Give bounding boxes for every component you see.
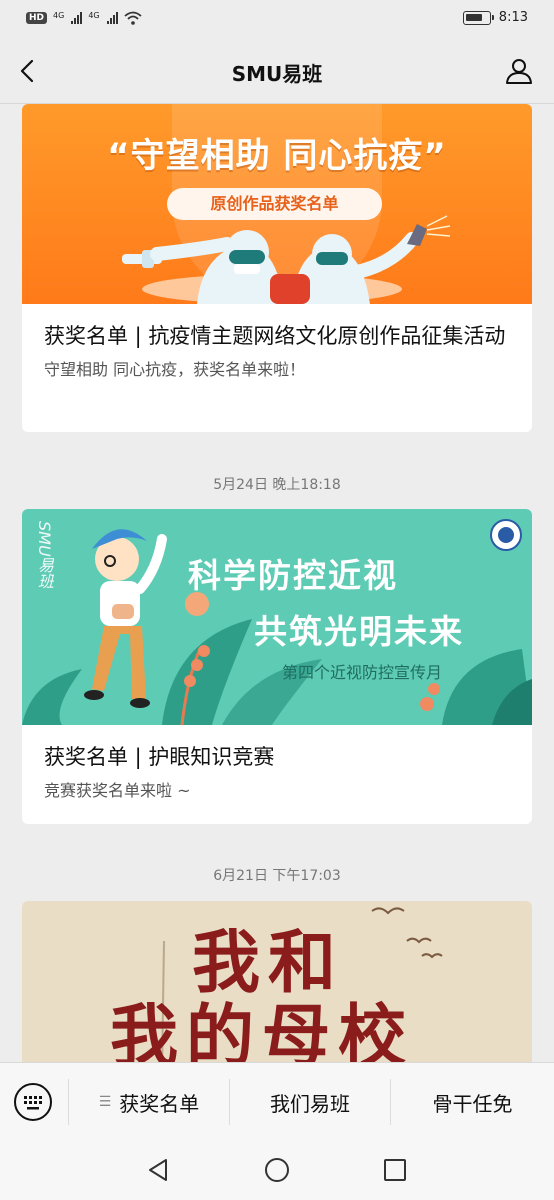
menu-item-appointments[interactable]: 骨干任免 — [391, 1079, 554, 1125]
submenu-icon: ☰ — [98, 1094, 112, 1110]
article-card[interactable]: “守望相助 同心抗疫” 原创作品获奖名单 获奖名单 | 抗疫情主题网络文化原创作… — [22, 104, 532, 432]
menu-item-label: 获奖名单 — [119, 1091, 200, 1116]
menu-item-label: 我们易班 — [270, 1091, 350, 1116]
article-banner[interactable]: SMU易班 科学防控近视 共筑光明未来 第四个近视防控宣传月 — [22, 509, 532, 725]
wifi-icon — [124, 11, 142, 25]
nav-bar: SMU易班 — [0, 38, 554, 104]
banner-subtitle: 第四个近视防控宣传月 — [282, 663, 443, 682]
status-right: 8:13 — [462, 10, 528, 25]
user-profile-icon[interactable] — [504, 56, 534, 86]
signal-label: 4G — [88, 11, 100, 20]
signal-icon — [71, 12, 83, 24]
signal-icon — [106, 12, 118, 24]
nav-recents-square-icon[interactable] — [381, 1156, 409, 1184]
banner-line-2: 共筑光明未来 — [254, 612, 464, 651]
date-label: 6月21日 下午17:03 — [213, 868, 341, 884]
status-bar: HD 4G 4G 8:13 — [0, 0, 554, 38]
nav-home-circle-icon[interactable] — [263, 1156, 291, 1184]
bottom-menu: ☰ 获奖名单 我们易班 骨干任免 — [0, 1062, 554, 1140]
article-desc: 竞赛获奖名单来啦 ~ — [44, 781, 191, 800]
article-banner[interactable]: 我和 我的母校 — [22, 901, 532, 1071]
menu-item-label: 骨干任免 — [432, 1091, 513, 1116]
banner-brand: SMU易班 — [35, 521, 54, 589]
menu-item-awards[interactable]: ☰ 获奖名单 — [69, 1079, 229, 1125]
status-left: HD 4G 4G — [26, 11, 142, 25]
article-title[interactable]: 获奖名单 | 抗疫情主题网络文化原创作品征集活动 — [22, 304, 532, 352]
hd-badge: HD — [26, 12, 48, 24]
article-card[interactable]: SMU易班 科学防控近视 共筑光明未来 第四个近视防控宣传月 获奖名单 | 护眼… — [22, 509, 532, 824]
article-card[interactable]: 我和 我的母校 — [22, 901, 532, 1071]
system-nav-bar — [0, 1140, 554, 1200]
banner-line-1: 科学防控近视 — [188, 556, 398, 595]
nav-back-triangle-icon[interactable] — [144, 1156, 172, 1184]
banner-line-2: 我的母校 — [110, 997, 415, 1071]
page-title: SMU易班 — [231, 62, 323, 86]
medical-workers-illustration — [122, 215, 451, 304]
battery-icon — [462, 10, 494, 25]
school-logo-icon — [490, 519, 522, 551]
article-title[interactable]: 获奖名单 | 护眼知识竞赛 — [22, 725, 532, 773]
article-banner[interactable]: “守望相助 同心抗疫” 原创作品获奖名单 — [22, 104, 532, 304]
date-label: 5月24日 晚上18:18 — [213, 477, 341, 493]
clock: 8:13 — [498, 10, 528, 25]
article-desc: 守望相助 同心抗疫，获奖名单来啦！ — [44, 360, 306, 379]
menu-item-our-yiban[interactable]: 我们易班 — [230, 1079, 390, 1125]
signal-label: 4G — [53, 11, 65, 20]
battery-level — [465, 13, 482, 21]
keyboard-toggle-icon[interactable] — [12, 1081, 54, 1123]
